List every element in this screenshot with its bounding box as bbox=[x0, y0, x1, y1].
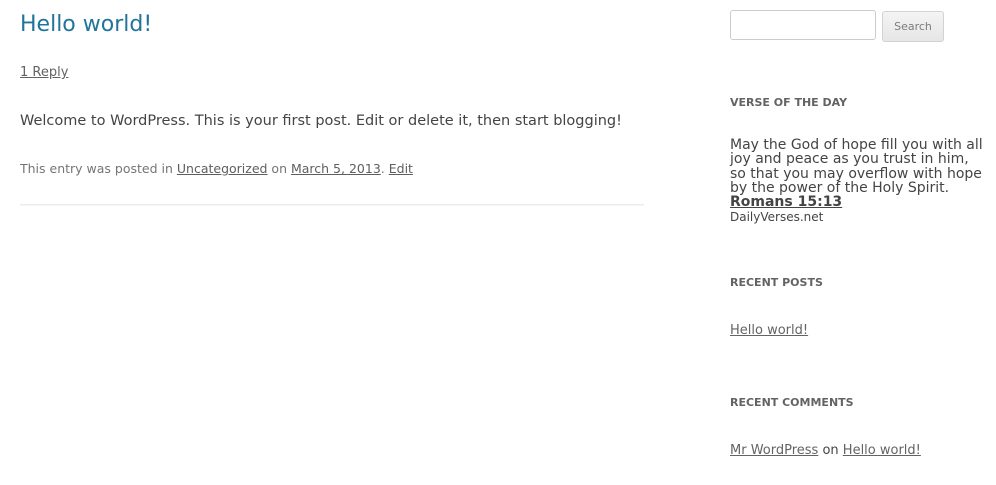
recent-comments-title: RECENT COMMENTS bbox=[730, 396, 854, 409]
verse-text: May the God of hope fill you with all jo… bbox=[730, 137, 983, 196]
comment-on-text: on bbox=[818, 443, 843, 458]
recent-comment-item: Mr WordPress on Hello world! bbox=[730, 442, 921, 460]
entry-meta: This entry was posted in Uncategorized o… bbox=[20, 160, 413, 178]
verse-reference-link[interactable]: Romans 15:13 bbox=[730, 194, 842, 210]
search-input[interactable] bbox=[730, 10, 876, 40]
reply-link[interactable]: 1 Reply bbox=[20, 64, 68, 82]
meta-on: on bbox=[267, 161, 291, 176]
post-content: Welcome to WordPress. This is your first… bbox=[20, 113, 622, 129]
comment-author-link[interactable]: Mr WordPress bbox=[730, 443, 818, 458]
comment-post-link[interactable]: Hello world! bbox=[843, 443, 921, 458]
category-link[interactable]: Uncategorized bbox=[177, 161, 268, 176]
verse-widget-title: VERSE OF THE DAY bbox=[730, 96, 848, 109]
verse-source: DailyVerses.net bbox=[730, 210, 824, 224]
main-content: Hello world! 1 Reply Welcome to WordPres… bbox=[20, 0, 644, 206]
recent-posts-title: RECENT POSTS bbox=[730, 276, 823, 289]
search-button[interactable]: Search bbox=[882, 11, 944, 42]
post-title-link[interactable]: Hello world! bbox=[20, 10, 152, 40]
date-link[interactable]: March 5, 2013 bbox=[291, 161, 381, 176]
meta-separator: . bbox=[380, 161, 389, 176]
edit-link[interactable]: Edit bbox=[389, 161, 413, 176]
meta-prefix: This entry was posted in bbox=[20, 161, 177, 176]
post-divider bbox=[20, 204, 644, 206]
recent-post-link[interactable]: Hello world! bbox=[730, 322, 808, 340]
